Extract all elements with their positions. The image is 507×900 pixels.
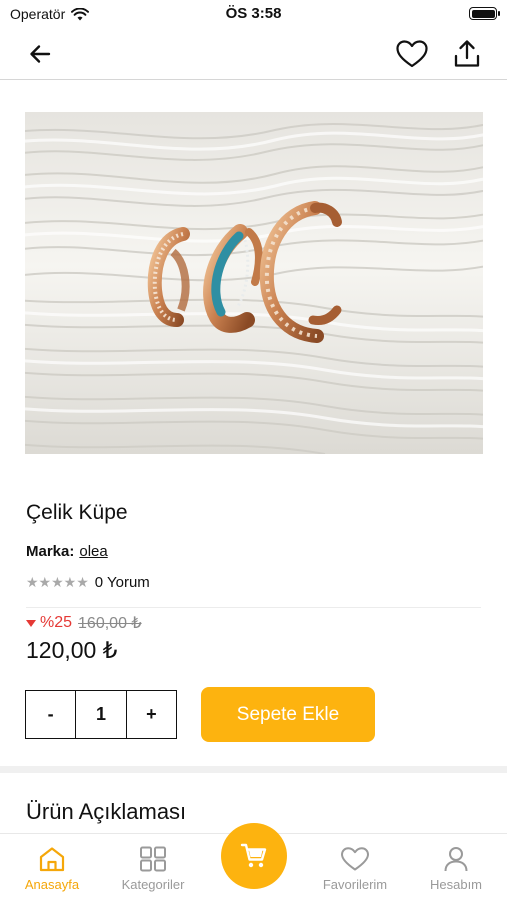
tab-home[interactable]: Anasayfa [2, 834, 102, 900]
tab-categories-label: Kategoriler [121, 877, 185, 892]
review-count: 0 Yorum [94, 574, 150, 591]
navigation-bar [0, 28, 507, 80]
battery-icon [469, 7, 500, 20]
status-bar: Operatör ÖS 3:58 [0, 0, 507, 28]
description-title[interactable]: Ürün Açıklaması [26, 799, 186, 825]
quantity-plus-button[interactable]: + [125, 691, 176, 738]
back-button[interactable] [22, 36, 58, 72]
share-button[interactable] [449, 36, 485, 72]
current-price: 120,00 ₺ [26, 637, 118, 663]
favorite-button[interactable] [394, 36, 430, 72]
divider [26, 607, 481, 608]
heart-icon [341, 847, 369, 871]
earrings-photo [25, 112, 483, 454]
grid-icon [140, 846, 166, 872]
tab-home-label: Anasayfa [24, 877, 80, 892]
tab-favorites-label: Favorilerim [322, 877, 388, 892]
discount-percent: %25 [40, 614, 73, 631]
tab-account-label: Hesabım [429, 877, 483, 892]
user-icon [444, 847, 468, 872]
brand-link[interactable]: olea [79, 543, 107, 560]
home-icon [39, 847, 65, 872]
brand-label: Marka: [26, 543, 75, 560]
share-upload-icon [454, 40, 480, 67]
tab-account[interactable]: Hesabım [406, 834, 506, 900]
heart-outline-icon [396, 40, 428, 68]
add-to-cart-button[interactable]: Sepete Ekle [201, 687, 375, 742]
quantity-value[interactable]: 1 [76, 691, 125, 738]
product-image[interactable] [25, 112, 483, 454]
tab-favorites[interactable]: Favorilerim [305, 834, 405, 900]
cart-icon [240, 843, 267, 868]
old-price: 160,00 ₺ [78, 615, 142, 632]
product-title: Çelik Küpe [26, 501, 128, 524]
quantity-minus-button[interactable]: - [26, 691, 77, 738]
rating-stars: ★★★★★ [26, 574, 89, 590]
rating-row[interactable]: ★★★★★ 0 Yorum [26, 574, 150, 591]
status-time: ÖS 3:58 [225, 5, 282, 22]
brand-row: Marka: olea [26, 543, 108, 560]
tab-categories[interactable]: Kategoriler [103, 834, 203, 900]
discount-down-icon [26, 619, 36, 627]
arrow-left-icon [30, 45, 51, 63]
quantity-stepper: - 1 + [25, 690, 177, 739]
discount-row: %25 160,00 ₺ [26, 613, 142, 633]
cart-button[interactable] [221, 823, 287, 889]
section-separator [0, 766, 507, 773]
